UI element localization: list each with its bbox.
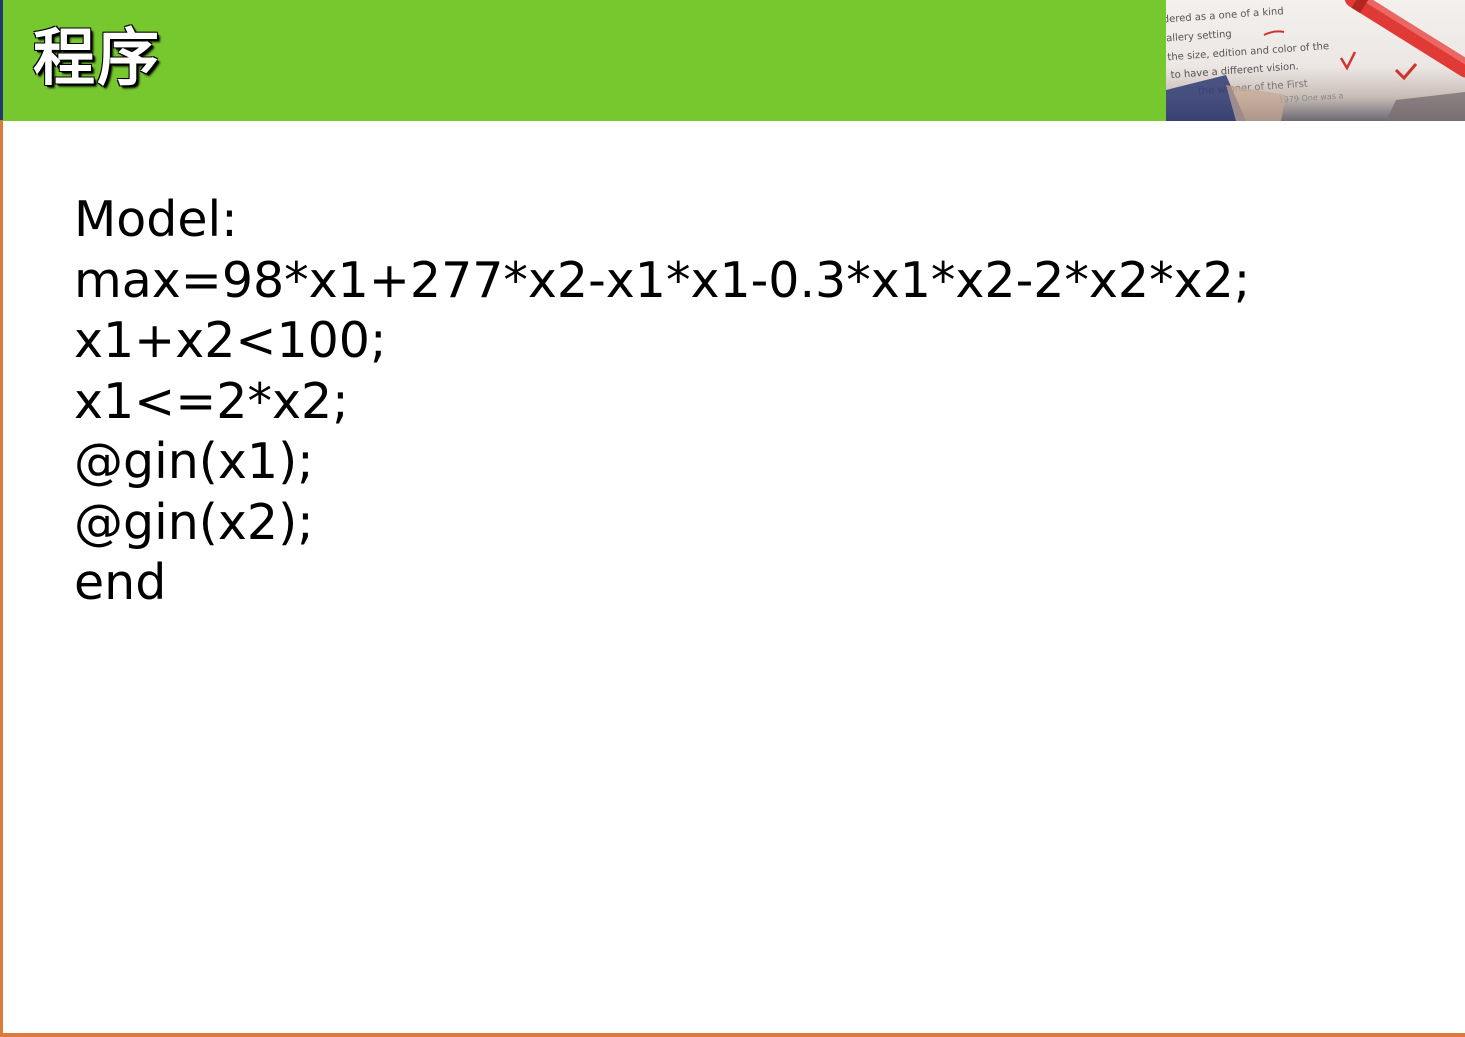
- title-bar: 程序: [0, 0, 1166, 121]
- left-accent-border: [0, 120, 3, 1037]
- red-check-mark: [1394, 63, 1418, 81]
- photo-text-line: allery setting: [1166, 29, 1232, 45]
- photo-text-line: the size, edition and color of the: [1167, 41, 1329, 63]
- bottom-accent-border: [0, 1033, 1465, 1037]
- slide: 程序 dered as a one of a kind allery setti…: [0, 0, 1465, 1037]
- code-line-integer-x2: @gin(x2);: [74, 493, 314, 551]
- code-line-constraint-2: x1<=2*x2;: [74, 372, 349, 430]
- code-block: Model: max=98*x1+277*x2-x1*x1-0.3*x1*x2-…: [74, 190, 1424, 614]
- photo-text-line: 1979 One was a: [1278, 91, 1343, 105]
- photo-text-line: to have a different vision.: [1170, 61, 1299, 81]
- code-line-objective: max=98*x1+277*x2-x1*x1-0.3*x1*x2-2*x2*x2…: [74, 251, 1251, 309]
- red-correction-mark: [1263, 30, 1285, 36]
- photo-text-line: dered as a one of a kind: [1166, 6, 1284, 25]
- red-check-mark: [1339, 51, 1357, 71]
- code-line-constraint-1: x1+x2<100;: [74, 312, 387, 369]
- header-photo: dered as a one of a kind allery setting …: [1166, 0, 1465, 121]
- code-line-model: Model:: [74, 191, 238, 248]
- red-pen-icon: [1344, 0, 1465, 78]
- code-line-end: end: [74, 554, 167, 611]
- code-line-integer-x1: @gin(x1);: [74, 433, 314, 490]
- proofread-document-icon: dered as a one of a kind allery setting …: [1166, 0, 1465, 121]
- slide-title: 程序: [33, 21, 162, 94]
